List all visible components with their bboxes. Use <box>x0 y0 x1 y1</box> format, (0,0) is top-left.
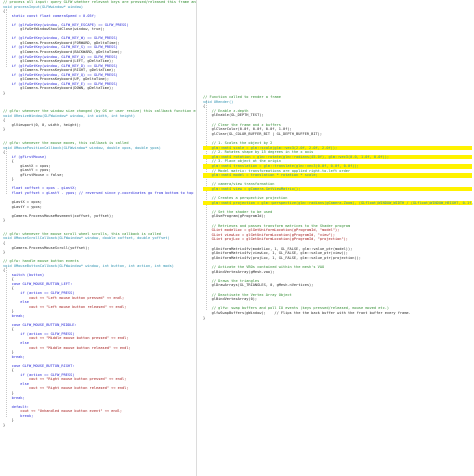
left-code-block[interactable]: // process all input: query GLFW whether… <box>3 0 196 428</box>
right-editor-pane[interactable]: // Function called to render a frame void… <box>200 0 474 476</box>
right-code-block[interactable]: // Function called to render a frame void… <box>203 95 473 321</box>
code-line[interactable]: } <box>3 423 194 428</box>
code-line[interactable]: } <box>203 316 472 321</box>
left-editor-pane[interactable]: // process all input: query GLFW whether… <box>0 0 196 476</box>
